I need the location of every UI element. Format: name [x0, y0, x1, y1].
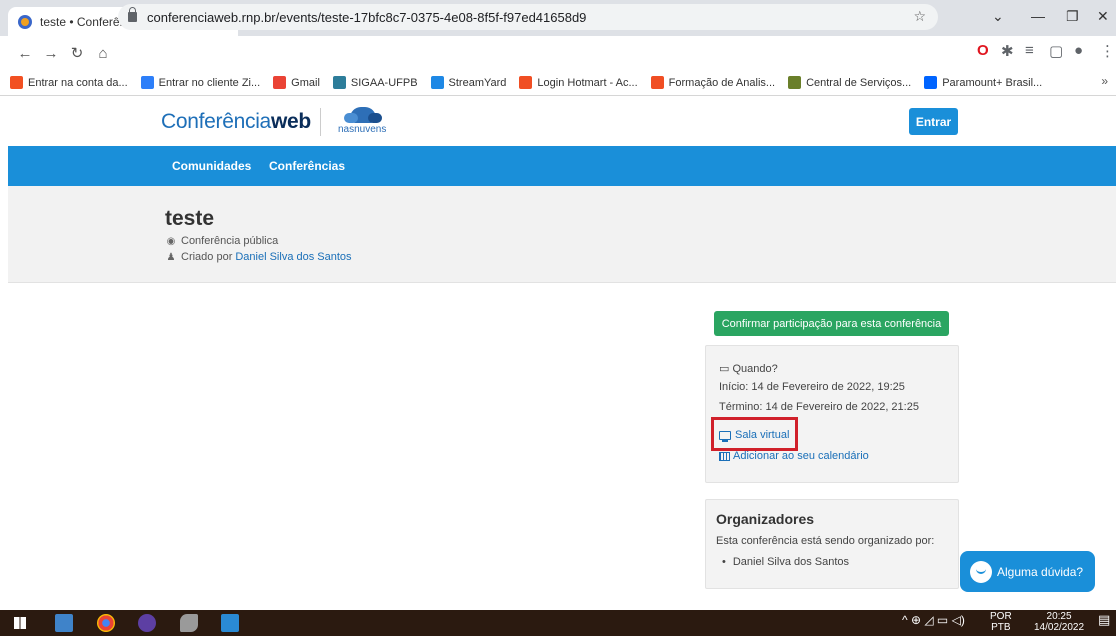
tab-search-chevron-icon[interactable]: ⌄ [992, 8, 1004, 25]
notifications-icon[interactable]: ▤ [1098, 613, 1110, 626]
home-icon[interactable]: ⌂ [90, 45, 116, 62]
side-panel-icon[interactable]: ▢ [1049, 42, 1063, 60]
help-label: Alguma dúvida? [997, 564, 1084, 579]
created-by-label: Criado por [181, 251, 233, 263]
visibility-text: Conferência pública [181, 235, 279, 247]
reading-list-icon[interactable]: ≡ [1025, 42, 1034, 59]
address-bar[interactable]: conferenciaweb.rnp.br/events/teste-17bfc… [118, 4, 938, 30]
chrome-taskbar-icon[interactable] [97, 614, 115, 632]
clock[interactable]: 20:25 14/02/2022 [1034, 611, 1084, 633]
bookmark-label: Central de Serviços... [806, 76, 912, 89]
forward-icon[interactable]: → [38, 45, 64, 62]
bookmark-icon [650, 76, 664, 89]
bookmark-icon [430, 76, 444, 89]
organizers-description: Esta conferência está sendo organizado p… [716, 535, 935, 547]
bookmark-item[interactable]: Entrar no cliente Zi... [140, 76, 261, 89]
bookmark-icon [10, 76, 23, 89]
paint-taskbar-icon[interactable] [180, 614, 198, 632]
bookmark-item[interactable]: SIGAA-UFPB [332, 76, 418, 89]
bookmark-item[interactable]: Paramount+ Brasil... [924, 76, 1042, 89]
browser-menu-icon[interactable]: ⋮ [1100, 42, 1115, 60]
windows-start-icon[interactable] [14, 617, 26, 629]
logo-text-bold: web [270, 110, 311, 133]
bookmark-item[interactable]: Gmail [273, 76, 320, 89]
system-tray-icons[interactable]: ^ ⊕ ◿ ▭ ◁) [902, 614, 965, 626]
bookmark-item[interactable]: Formação de Analis... [650, 76, 776, 89]
minimize-icon[interactable]: — [1031, 8, 1045, 24]
language-top: POR [990, 611, 1012, 622]
bookmark-item[interactable]: Login Hotmart - Ac... [519, 76, 638, 89]
bookmark-label: Entrar na conta da... [28, 76, 128, 89]
bookmark-item[interactable]: StreamYard [430, 76, 507, 89]
event-start: Início: 14 de Fevereiro de 2022, 19:25 [719, 381, 905, 393]
conferenciaweb-logo[interactable]: Conferênciaweb [161, 110, 311, 134]
highlight-box [711, 417, 798, 451]
logo-divider [320, 108, 321, 136]
bookmark-label: SIGAA-UFPB [350, 76, 418, 89]
event-end: Término: 14 de Fevereiro de 2022, 21:25 [719, 401, 919, 413]
bookmark-icon [519, 76, 533, 89]
close-window-icon[interactable]: ✕ [1097, 8, 1109, 25]
user-icon: ♟ [166, 251, 176, 263]
bookmarks-bar: Entrar na conta da... Entrar no cliente … [0, 70, 1116, 96]
bookmark-label: Formação de Analis... [668, 76, 776, 89]
calendar-grid-icon [719, 451, 730, 461]
visibility-line: ◉ Conferência pública [166, 235, 279, 247]
organizers-title: Organizadores [716, 511, 815, 527]
page-title: teste [165, 207, 215, 230]
eye-icon: ◉ [166, 235, 176, 247]
clock-time: 20:25 [1046, 611, 1072, 622]
bookmark-icon [140, 76, 154, 89]
bookmark-label: StreamYard [448, 76, 507, 89]
add-to-calendar-link[interactable]: Adicionar ao seu calendário [719, 450, 869, 462]
bookmark-item[interactable]: Entrar na conta da... [10, 76, 128, 89]
reload-icon[interactable]: ↻ [64, 44, 90, 62]
nasnuvens-logo: nasnuvens [334, 107, 404, 137]
site-favicon-icon [18, 14, 32, 29]
file-explorer-icon[interactable] [55, 614, 73, 632]
help-chat-button[interactable]: Alguma dúvida? [960, 551, 1095, 592]
clock-date: 14/02/2022 [1034, 622, 1085, 633]
browser-toolbar: ← → ↻ ⌂ [0, 36, 1116, 70]
back-icon[interactable]: ← [12, 45, 38, 62]
calendar-icon: ▭ [719, 363, 730, 375]
profile-avatar-icon[interactable]: ● [1074, 42, 1083, 59]
extensions-puzzle-icon[interactable]: ✱ [1001, 42, 1014, 60]
add-calendar-label: Adicionar ao seu calendário [733, 450, 869, 462]
creator-link[interactable]: Daniel Silva dos Santos [235, 251, 351, 263]
nav-link-comunidades[interactable]: Comunidades [172, 159, 251, 173]
bookmark-item[interactable]: Central de Serviços... [788, 76, 911, 89]
when-label: Quando? [732, 363, 778, 375]
chat-bubble-icon [970, 560, 992, 583]
when-heading: ▭ Quando? [719, 362, 778, 375]
bookmark-star-icon[interactable]: ☆ [913, 8, 926, 25]
bookmark-label: Paramount+ Brasil... [942, 76, 1043, 89]
url-text: conferenciaweb.rnp.br/events/teste-17bfc… [147, 9, 587, 25]
cloud-icon [344, 107, 382, 123]
creator-line: ♟ Criado por Daniel Silva dos Santos [166, 251, 352, 263]
language-bottom: PTB [991, 622, 1011, 633]
photos-taskbar-icon[interactable] [221, 614, 239, 632]
bookmark-icon [788, 76, 802, 89]
nav-link-conferencias[interactable]: Conferências [269, 159, 345, 173]
bookmark-label: Gmail [291, 76, 320, 89]
bookmarks-more-button[interactable]: » [1101, 74, 1108, 88]
confirm-participation-button[interactable]: Confirmar participação para esta conferê… [714, 311, 949, 336]
bookmark-icon [332, 76, 346, 89]
lock-icon[interactable] [128, 7, 137, 22]
opera-extension-icon[interactable]: O [977, 42, 989, 59]
bookmark-icon [924, 76, 938, 89]
bookmark-label: Entrar no cliente Zi... [158, 76, 261, 89]
bookmark-label: Login Hotmart - Ac... [537, 76, 638, 89]
app-taskbar-icon[interactable] [138, 614, 156, 632]
login-button[interactable]: Entrar [909, 108, 958, 135]
partner-logo-text: nasnuvens [338, 124, 387, 135]
logo-text-light: Conferência [161, 110, 271, 133]
organizer-list-item: Daniel Silva dos Santos [722, 556, 849, 568]
language-indicator[interactable]: POR PTB [990, 611, 1012, 633]
gmail-icon [273, 76, 287, 89]
restore-icon[interactable]: ❐ [1066, 8, 1079, 25]
